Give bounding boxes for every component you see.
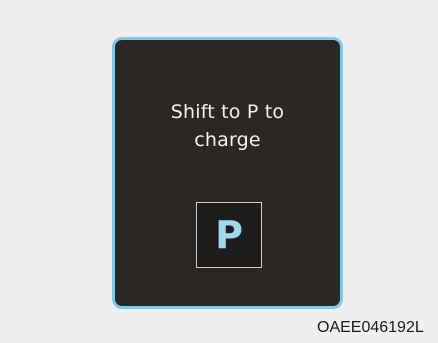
message-line-2: charge <box>194 129 261 151</box>
message-line-1: Shift to P to <box>170 101 285 123</box>
figure-code-label: OAEE046192L <box>317 319 424 336</box>
charge-warning-message: Shift to P to charge <box>115 98 340 154</box>
park-letter: P <box>215 213 243 257</box>
park-gear-indicator: P <box>196 202 262 268</box>
cluster-display-panel: Shift to P to charge P <box>112 37 343 309</box>
